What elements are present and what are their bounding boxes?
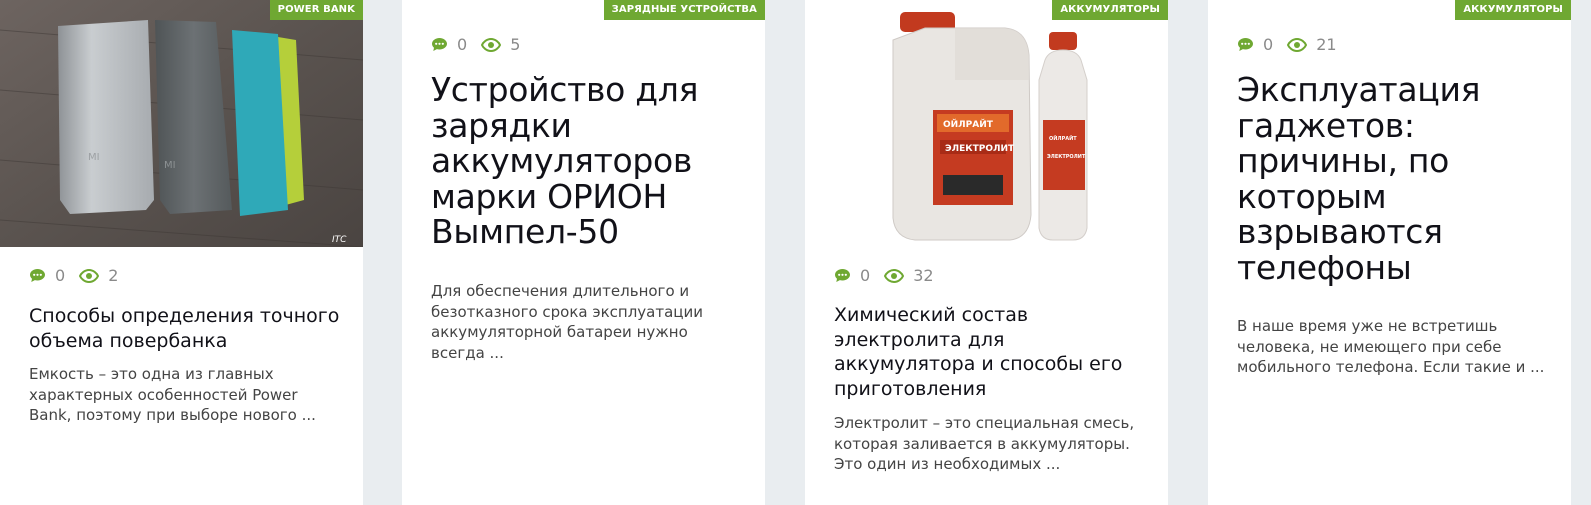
- svg-text:ЭЛЕКТРОЛИТ: ЭЛЕКТРОЛИТ: [945, 144, 1015, 154]
- category-badge[interactable]: Аккумуляторы: [1052, 0, 1168, 20]
- post-title[interactable]: Эксплуатация гаджетов: причины, по котор…: [1237, 72, 1551, 285]
- comment-count: 0: [55, 266, 66, 285]
- eye-icon: [481, 37, 502, 52]
- post-excerpt: Для обеспечения длительного и безотказно…: [431, 282, 704, 362]
- post-meta: 0 32: [834, 266, 948, 285]
- category-badge[interactable]: Зарядные устройства: [603, 0, 765, 20]
- post-title[interactable]: Способы определения точного объема повер…: [29, 304, 343, 353]
- svg-text:ОЙЛРАЙТ: ОЙЛРАЙТ: [1049, 134, 1077, 142]
- electrolyte-image: ОЙЛРАЙТ ЭЛЕКТРОЛИТ ОЙЛРАЙТ ЭЛЕКТРОЛИТ: [805, 0, 1168, 247]
- view-count: 32: [913, 266, 934, 285]
- post-title[interactable]: Устройство для зарядки аккумуляторов мар…: [431, 72, 745, 250]
- post-meta: 0 2: [29, 266, 132, 285]
- category-badge[interactable]: Аккумуляторы: [1455, 0, 1571, 20]
- comment-icon: [431, 37, 448, 52]
- eye-icon: [1287, 37, 1308, 52]
- comment-count: 0: [457, 35, 468, 54]
- post-thumbnail-electrolyte[interactable]: ОЙЛРАЙТ ЭЛЕКТРОЛИТ ОЙЛРАЙТ ЭЛЕКТРОЛИТ: [805, 0, 1168, 247]
- svg-text:ITC: ITC: [332, 235, 347, 245]
- post-excerpt: В наше время уже не встретишь человека, …: [1237, 317, 1545, 376]
- view-count: 21: [1316, 35, 1337, 54]
- view-count: 5: [510, 35, 521, 54]
- svg-text:MI: MI: [88, 152, 100, 163]
- post-meta: 0 5: [431, 35, 534, 54]
- comment-count: 0: [860, 266, 871, 285]
- eye-icon: [79, 268, 100, 283]
- post-card[interactable]: MI MI ITC Power Bank 0 2 Способы определ…: [0, 0, 363, 505]
- post-excerpt: Электролит – это специальная смесь, кото…: [834, 414, 1135, 473]
- svg-text:ОЙЛРАЙТ: ОЙЛРАЙТ: [943, 118, 994, 130]
- post-meta: 0 21: [1237, 35, 1351, 54]
- powerbank-image: MI MI ITC: [0, 0, 363, 247]
- eye-icon: [884, 268, 905, 283]
- post-thumbnail-powerbank[interactable]: MI MI ITC: [0, 0, 363, 247]
- category-badge[interactable]: Power Bank: [269, 0, 363, 20]
- post-card[interactable]: ОЙЛРАЙТ ЭЛЕКТРОЛИТ ОЙЛРАЙТ ЭЛЕКТРОЛИТ Ак…: [805, 0, 1168, 505]
- svg-text:MI: MI: [164, 160, 176, 171]
- post-excerpt: Емкость – это одна из главных характерны…: [29, 365, 316, 424]
- post-title[interactable]: Химический состав электролита для аккуму…: [834, 303, 1148, 401]
- comment-icon: [1237, 37, 1254, 52]
- svg-text:ЭЛЕКТРОЛИТ: ЭЛЕКТРОЛИТ: [1047, 154, 1086, 160]
- comment-icon: [29, 268, 46, 283]
- view-count: 2: [108, 266, 119, 285]
- comment-icon: [834, 268, 851, 283]
- post-card[interactable]: Зарядные устройства 0 5 Устройство для з…: [402, 0, 765, 505]
- comment-count: 0: [1263, 35, 1274, 54]
- post-card[interactable]: Аккумуляторы 0 21 Эксплуатация гаджетов:…: [1208, 0, 1571, 505]
